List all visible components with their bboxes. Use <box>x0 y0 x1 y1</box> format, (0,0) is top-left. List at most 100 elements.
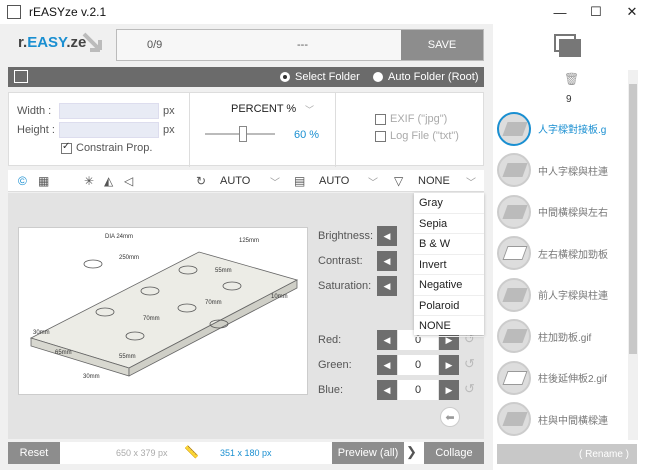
green-value[interactable]: 0 <box>398 355 438 375</box>
progress-count: 0/9 <box>147 39 163 51</box>
file-thumbnail <box>497 194 531 229</box>
rotate-select[interactable]: AUTO <box>220 175 250 187</box>
image-icon[interactable] <box>14 70 28 83</box>
contrast-decrease-button[interactable]: ◀ <box>377 251 397 271</box>
green-increase-button[interactable]: ▶ <box>439 355 459 375</box>
blue-decrease-button[interactable]: ◀ <box>377 380 397 400</box>
logo-prefix: r. <box>18 34 28 51</box>
height-label: Height : <box>17 124 55 136</box>
sharpen-icon[interactable]: ✳ <box>84 174 94 188</box>
list-item[interactable]: 前人字樑與柱連 <box>493 274 629 316</box>
red-decrease-button[interactable]: ◀ <box>377 330 397 350</box>
green-reset-icon[interactable]: ↺ <box>464 356 475 372</box>
list-item[interactable]: 柱後延伸板2.gif <box>493 357 629 399</box>
chevron-down-icon[interactable]: ﹀ <box>368 174 378 189</box>
plate-drawing: DIA 24mm 125mm 250mm 55mm 10mm 70mm 70mm… <box>29 234 299 380</box>
dim-label: 55mm <box>215 268 232 274</box>
file-thumbnail <box>497 236 531 271</box>
dim-label: 125mm <box>239 238 259 244</box>
collage-button[interactable]: Collage <box>424 442 484 464</box>
percent-slider-handle[interactable] <box>239 126 247 142</box>
new-size: 351 x 180 px <box>220 448 272 458</box>
flip-vertical-icon[interactable]: ◁ <box>124 174 133 188</box>
width-input[interactable] <box>59 103 159 119</box>
logo-arrow-icon <box>82 32 102 52</box>
auto-folder-radio[interactable]: Auto Folder (Root) <box>373 71 478 83</box>
filter-option-invert[interactable]: Invert <box>414 255 484 275</box>
radio-dot-icon <box>280 72 290 82</box>
filter-select[interactable]: NONE <box>418 175 450 187</box>
list-item[interactable]: 中人字樑與柱連 <box>493 150 629 192</box>
list-item[interactable]: 左右橫樑加勁板 <box>493 233 629 275</box>
logfile-checkbox[interactable] <box>375 131 386 142</box>
green-decrease-button[interactable]: ◀ <box>377 355 397 375</box>
saturation-label: Saturation: <box>318 280 372 292</box>
file-name: 柱後延伸板2.gif <box>538 374 607 386</box>
radio-dot-icon <box>373 72 383 82</box>
filter-option-negative[interactable]: Negative <box>414 275 484 296</box>
list-item[interactable]: 中間橫樑與左右 <box>493 191 629 233</box>
green-label: Green: <box>318 359 352 371</box>
save-button[interactable]: SAVE <box>401 30 483 60</box>
minimize-button[interactable]: — <box>542 0 578 24</box>
layers-icon[interactable] <box>554 34 582 58</box>
preview-all-button[interactable]: Preview (all) <box>332 442 404 464</box>
progress-status: --- <box>297 39 308 51</box>
blue-increase-button[interactable]: ▶ <box>439 380 459 400</box>
bottom-bar: Reset 650 x 379 px 📏 351 x 180 px Previe… <box>8 442 484 464</box>
blue-reset-icon[interactable]: ↺ <box>464 381 475 397</box>
exif-label: EXIF ("jpg") <box>390 113 448 125</box>
sidebar-scrollbar[interactable] <box>628 70 638 440</box>
list-item[interactable]: 柱加勁板.gif <box>493 316 629 358</box>
logfile-label: Log File ("txt") <box>390 130 459 142</box>
constrain-checkbox[interactable] <box>61 141 72 154</box>
chevron-down-icon[interactable]: ﹀ <box>466 174 476 189</box>
file-name: 柱加勁板.gif <box>538 332 592 344</box>
close-button[interactable]: ✕ <box>614 0 650 24</box>
dim-label: 10mm <box>271 294 288 300</box>
resize-mode-select[interactable]: PERCENT % <box>231 103 296 115</box>
brightness-decrease-button[interactable]: ◀ <box>377 226 397 246</box>
filter-option-polaroid[interactable]: Polaroid <box>414 296 484 316</box>
blue-value[interactable]: 0 <box>398 380 438 400</box>
file-name: 人字樑對接板.g <box>538 125 607 137</box>
format-icon[interactable]: ▤ <box>294 174 305 188</box>
percent-value: 60 % <box>294 129 320 141</box>
logo-accent: EASY <box>27 34 67 51</box>
rename-button[interactable]: ( Rename ) <box>497 444 637 464</box>
dim-label: 30mm <box>83 374 100 380</box>
file-thumbnail <box>497 319 531 354</box>
maximize-button[interactable]: ☐ <box>578 0 614 24</box>
file-name: 柱與中間橫樑連 <box>538 415 608 427</box>
scrollbar-thumb[interactable] <box>629 84 637 354</box>
reset-button[interactable]: Reset <box>8 442 60 464</box>
file-count: 9 <box>566 94 572 105</box>
grid-icon[interactable]: ▦ <box>38 174 49 188</box>
file-thumbnail <box>497 360 531 395</box>
back-arrow-icon[interactable]: ⬅ <box>440 407 460 427</box>
dim-label: 250mm <box>119 255 139 261</box>
select-folder-radio[interactable]: Select Folder <box>280 71 360 83</box>
filter-option-bw[interactable]: B & W <box>414 234 484 255</box>
exif-checkbox[interactable] <box>375 114 386 125</box>
filter-option-none[interactable]: NONE <box>414 316 484 337</box>
height-input[interactable] <box>59 122 159 138</box>
trash-icon[interactable]: 🗑 <box>564 72 579 86</box>
saturation-decrease-button[interactable]: ◀ <box>377 276 397 296</box>
list-item[interactable]: 人字樑對接板.g <box>493 108 629 150</box>
filter-option-sepia[interactable]: Sepia <box>414 214 484 234</box>
divider <box>335 93 336 167</box>
flip-horizontal-icon[interactable]: ◭ <box>104 174 113 188</box>
dim-label: DIA 24mm <box>105 234 133 240</box>
filter-icon[interactable]: ▽ <box>394 174 403 188</box>
width-label: Width : <box>17 105 52 117</box>
filter-option-gray[interactable]: Gray <box>414 193 484 214</box>
chevron-down-icon[interactable]: ﹀ <box>305 103 314 116</box>
chevron-down-icon[interactable]: ﹀ <box>270 174 280 189</box>
chevron-right-icon[interactable]: ❯ <box>406 444 417 460</box>
copyright-icon[interactable]: © <box>18 174 27 188</box>
height-unit: px <box>163 124 175 136</box>
rotate-icon[interactable]: ↻ <box>196 174 206 188</box>
list-item[interactable]: 柱與中間橫樑連 <box>493 399 629 441</box>
format-select[interactable]: AUTO <box>319 175 349 187</box>
